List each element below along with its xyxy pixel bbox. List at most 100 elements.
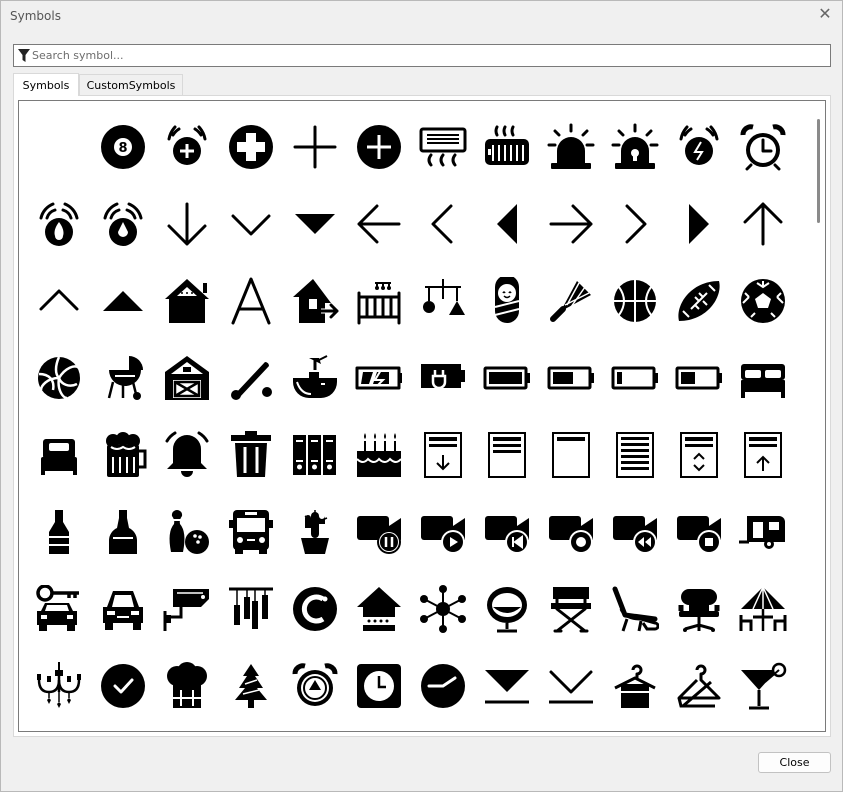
symbol-cell-camera-record[interactable] <box>539 494 603 571</box>
vertical-scrollbar[interactable] <box>812 101 825 731</box>
symbol-cell-cocktail[interactable] <box>731 648 795 725</box>
symbol-cell-baby[interactable] <box>475 263 539 340</box>
symbol-cell-cactus[interactable] <box>283 494 347 571</box>
symbol-cell-triangle-up[interactable] <box>91 263 155 340</box>
symbol-cell-bathtub[interactable] <box>283 340 347 417</box>
symbol-cell-add-circle[interactable] <box>219 109 283 186</box>
search-input[interactable] <box>32 46 822 65</box>
symbol-cell-home-router[interactable] <box>347 571 411 648</box>
symbol-cell-chevron-up[interactable] <box>27 263 91 340</box>
symbol-cell-8-ball[interactable]: 8 <box>91 109 155 186</box>
symbol-cell-beer[interactable] <box>91 417 155 494</box>
symbol-cell-barbecue[interactable] <box>91 340 155 417</box>
symbol-cell-arrow-left[interactable] <box>347 186 411 263</box>
symbol-cell-clock-circle[interactable] <box>411 648 475 725</box>
symbol-cell-clock-square[interactable] <box>347 648 411 725</box>
symbol-cell-chandelier[interactable] <box>27 648 91 725</box>
symbol-cell-security-camera[interactable] <box>155 571 219 648</box>
symbol-cell-alarm-ringing[interactable] <box>667 109 731 186</box>
symbol-cell-document-lines[interactable] <box>475 417 539 494</box>
symbol-cell-christmas-tree[interactable] <box>219 648 283 725</box>
symbol-cell-car-key[interactable] <box>27 571 91 648</box>
symbol-cell-arrow-up[interactable] <box>731 186 795 263</box>
symbol-cell-chevron-down[interactable] <box>219 186 283 263</box>
symbol-cell-alarm-recycle[interactable] <box>283 648 347 725</box>
symbol-cell-bed-single[interactable] <box>27 417 91 494</box>
symbol-cell-alarm-clock[interactable] <box>731 109 795 186</box>
symbol-cell-collapse-down[interactable] <box>475 648 539 725</box>
symbol-cell-document-collapse[interactable] <box>667 417 731 494</box>
symbol-cell-battery-charging[interactable] <box>347 340 411 417</box>
symbol-cell-camera-previous[interactable] <box>475 494 539 571</box>
symbol-cell-water-alarm[interactable] <box>91 186 155 263</box>
symbol-cell-bell-ringing[interactable] <box>155 417 219 494</box>
symbol-cell-bottle[interactable] <box>27 494 91 571</box>
symbol-cell-add-alarm[interactable] <box>155 109 219 186</box>
symbol-cell-triangle-left[interactable] <box>475 186 539 263</box>
symbol-cell-battery-high[interactable] <box>539 340 603 417</box>
symbol-cell-badminton[interactable] <box>539 263 603 340</box>
symbol-cell-basketball[interactable] <box>603 263 667 340</box>
symbol-cell-coat-hanger[interactable] <box>667 648 731 725</box>
symbol-cell-camera-rewind[interactable] <box>603 494 667 571</box>
tab-symbols[interactable]: Symbols <box>13 73 79 96</box>
symbol-cell-camera-stop[interactable] <box>667 494 731 571</box>
symbol-cell-barn[interactable] <box>155 340 219 417</box>
symbol-cell-trash-bin[interactable] <box>219 417 283 494</box>
symbol-cell-camera-pause[interactable] <box>347 494 411 571</box>
symbol-cell-bottle-round[interactable] <box>91 494 155 571</box>
symbol-cell-bowling[interactable] <box>155 494 219 571</box>
symbol-cell-chevron-down-line[interactable] <box>539 648 603 725</box>
symbol-cell-lounge-chair[interactable] <box>603 571 667 648</box>
symbol-cell-egg-chair[interactable] <box>475 571 539 648</box>
symbol-cell-soccer-ball[interactable] <box>731 263 795 340</box>
symbol-cell-air-conditioner[interactable] <box>411 109 475 186</box>
symbol-cell-attic[interactable] <box>155 263 219 340</box>
close-button[interactable]: Close <box>758 752 831 773</box>
symbol-cell-away-home[interactable] <box>283 263 347 340</box>
symbol-cell-triangle-right[interactable] <box>667 186 731 263</box>
symbol-cell-check-circle[interactable] <box>91 648 155 725</box>
tab-custom-symbols[interactable]: CustomSymbols <box>79 74 183 96</box>
symbol-cell-molecule[interactable] <box>411 571 475 648</box>
symbol-cell-document-upload[interactable] <box>731 417 795 494</box>
symbol-cell-arrow-right[interactable] <box>539 186 603 263</box>
symbol-cell-camper-trailer[interactable] <box>731 494 795 571</box>
symbol-cell-directors-chair[interactable] <box>539 571 603 648</box>
close-icon[interactable]: ✕ <box>816 6 834 24</box>
symbol-cell-camera-play[interactable] <box>411 494 475 571</box>
scrollbar-thumb[interactable] <box>817 119 820 223</box>
symbol-cell-volleyball[interactable] <box>27 340 91 417</box>
symbol-cell-bed[interactable] <box>731 340 795 417</box>
symbol-cell-bus[interactable] <box>219 494 283 571</box>
symbol-cell-triangle-down[interactable] <box>283 186 347 263</box>
symbol-cell-document-blank[interactable] <box>539 417 603 494</box>
symbol-cell-chef-hat[interactable] <box>155 648 219 725</box>
symbol-cell-add[interactable] <box>283 109 347 186</box>
symbol-cell-battery-plug[interactable] <box>411 340 475 417</box>
symbol-cell-alarm-siren[interactable] <box>539 109 603 186</box>
symbol-cell-car[interactable] <box>91 571 155 648</box>
symbol-cell-blank[interactable] <box>27 109 91 186</box>
symbol-cell-american-football[interactable] <box>667 263 731 340</box>
symbol-cell-wind-chimes[interactable] <box>219 571 283 648</box>
symbol-cell-heater[interactable] <box>475 109 539 186</box>
symbol-cell-baby-mobile[interactable] <box>411 263 475 340</box>
symbol-cell-document-full[interactable] <box>603 417 667 494</box>
symbol-cell-binders[interactable] <box>283 417 347 494</box>
symbol-cell-birthday-cake[interactable] <box>347 417 411 494</box>
symbol-cell-letter-a[interactable] <box>219 263 283 340</box>
symbol-cell-add-circle-solid[interactable] <box>347 109 411 186</box>
symbol-cell-ccleaner[interactable] <box>283 571 347 648</box>
symbol-cell-baby-crib[interactable] <box>347 263 411 340</box>
symbol-cell-arrow-down[interactable] <box>155 186 219 263</box>
symbol-cell-battery-medium[interactable] <box>667 340 731 417</box>
symbol-cell-document-download[interactable] <box>411 417 475 494</box>
symbol-cell-fire-alarm[interactable] <box>27 186 91 263</box>
symbol-cell-baseball[interactable] <box>219 340 283 417</box>
symbol-cell-chevron-right[interactable] <box>603 186 667 263</box>
search-box[interactable] <box>13 44 831 67</box>
symbol-cell-towel-hanger[interactable] <box>603 648 667 725</box>
symbol-cell-battery-full[interactable] <box>475 340 539 417</box>
symbol-cell-parasol-table[interactable] <box>731 571 795 648</box>
